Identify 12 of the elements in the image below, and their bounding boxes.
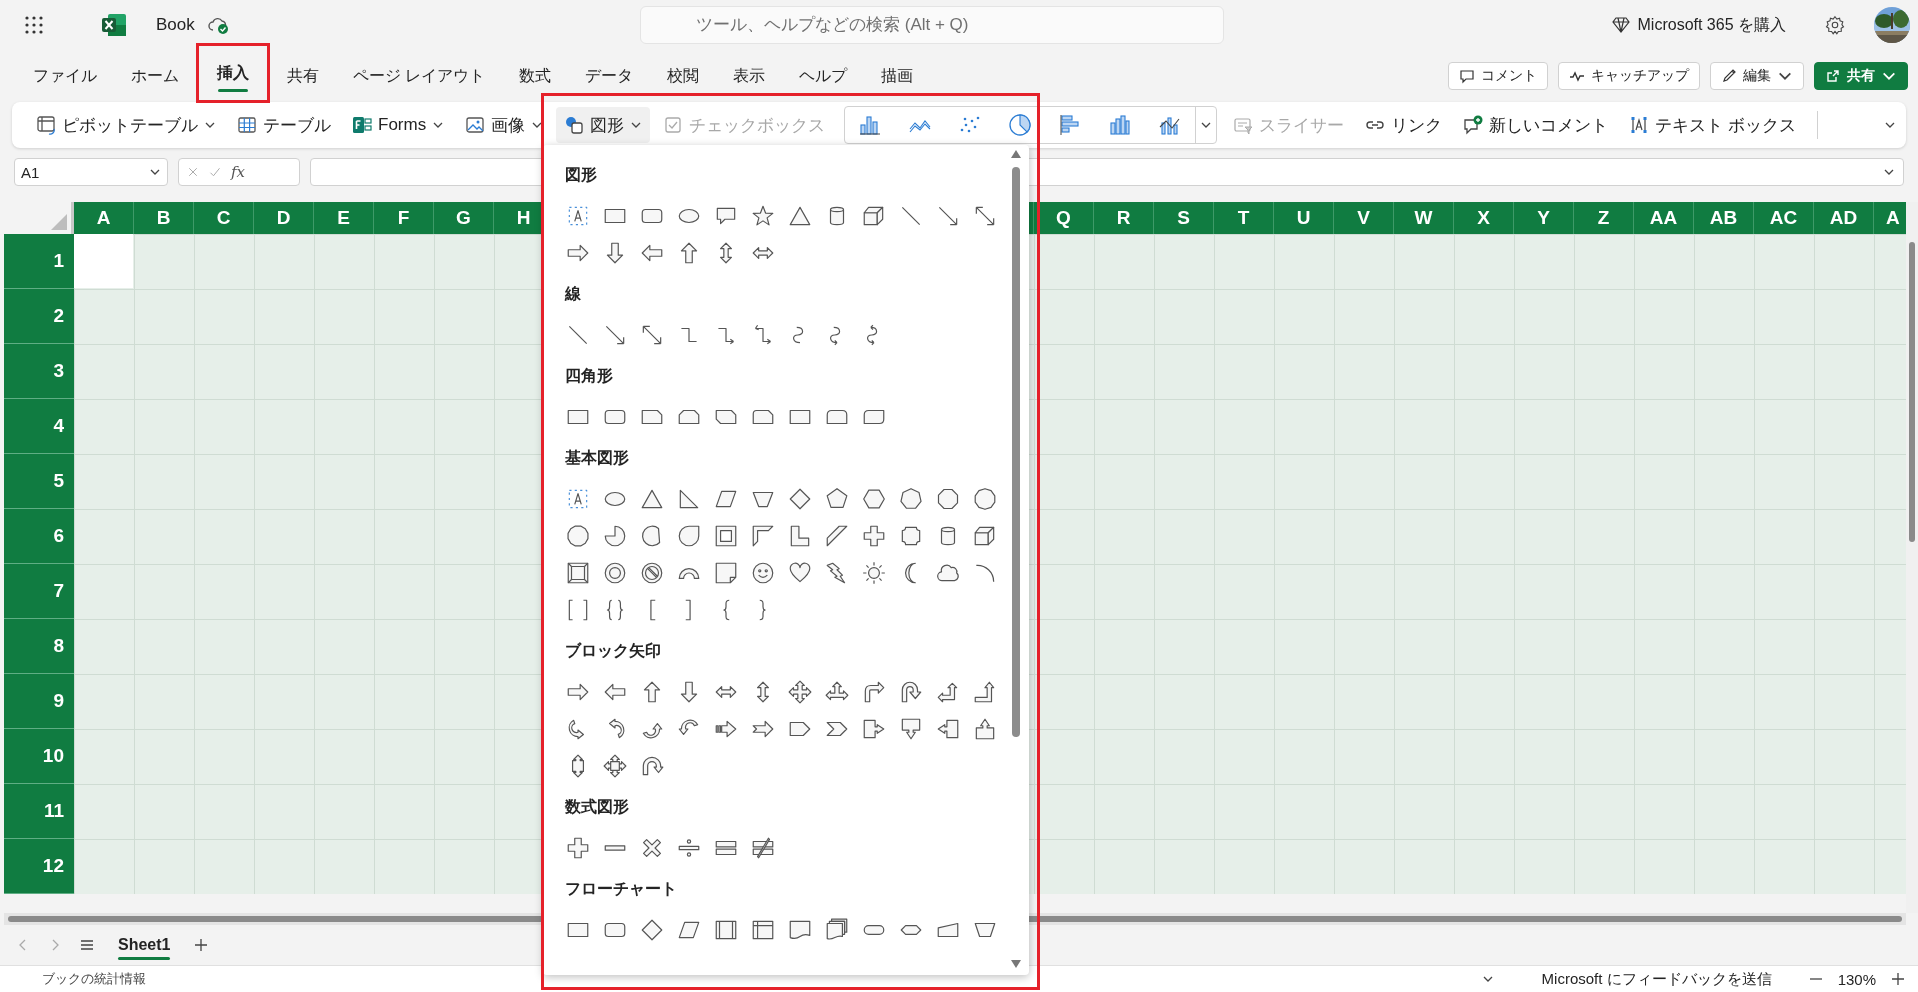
- insert-function-label: fx: [231, 163, 245, 181]
- document-title: Book: [156, 15, 195, 35]
- section-heading: 線: [563, 284, 582, 304]
- workbook-statistics: ブックの統計情報: [42, 970, 146, 988]
- section-heading: フローチャート: [564, 879, 678, 899]
- section-heading: 基本図形: [564, 448, 630, 468]
- section-heading: 図形: [564, 165, 598, 185]
- section-heading: 数式図形: [564, 797, 630, 817]
- section-heading: 四角形: [564, 366, 614, 386]
- zoom-level: 130%: [1837, 970, 1876, 988]
- section-heading: ブロック矢印: [564, 641, 662, 661]
- cell-reference: A1: [21, 163, 40, 181]
